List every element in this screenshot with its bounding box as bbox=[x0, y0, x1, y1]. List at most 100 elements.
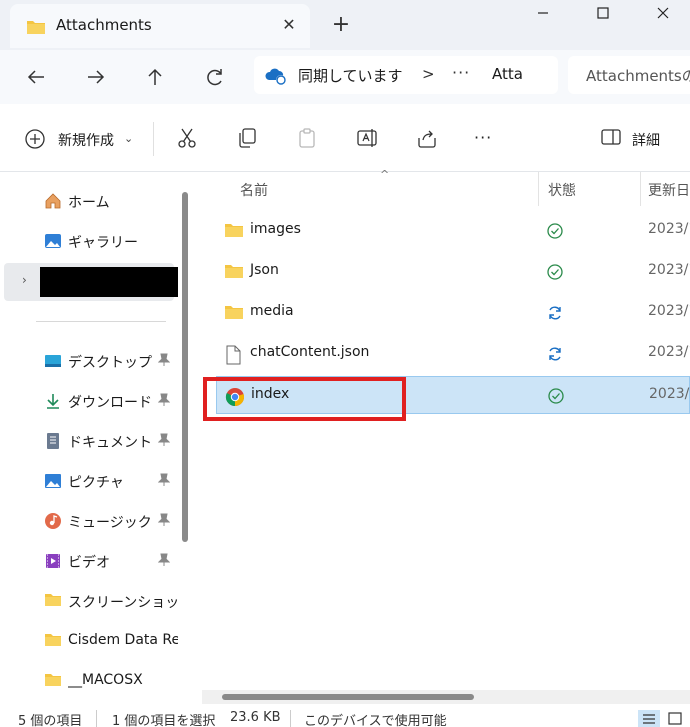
scrollbar-thumb[interactable] bbox=[222, 694, 474, 700]
search-box[interactable]: Attachmentsの検索 bbox=[568, 56, 690, 94]
horizontal-scrollbar[interactable] bbox=[202, 690, 690, 704]
sidebar-item-desktop[interactable]: デスクトップ bbox=[0, 343, 178, 379]
pin-icon bbox=[157, 553, 171, 571]
sidebar-item-screenshots[interactable]: スクリーンショット bbox=[0, 583, 178, 619]
chevron-down-icon: ⌄ bbox=[124, 132, 134, 145]
sidebar-item-redacted-account[interactable]: › bbox=[4, 263, 178, 301]
pin-icon bbox=[157, 353, 171, 371]
breadcrumb-current[interactable]: Atta bbox=[492, 65, 523, 83]
folder-icon bbox=[44, 672, 62, 690]
sidebar-item-macosx[interactable]: __MACOSX bbox=[0, 663, 178, 699]
column-divider[interactable] bbox=[640, 172, 641, 206]
navigation-bar: 同期しています > ··· Atta Attachmentsの検索 bbox=[0, 50, 690, 104]
file-list: ^ 名前 状態 更新日 images 2023/1 Json 2023/1 me… bbox=[196, 168, 690, 710]
synced-check-icon bbox=[546, 222, 564, 244]
forward-button[interactable] bbox=[80, 62, 112, 92]
music-icon bbox=[44, 512, 62, 530]
navigation-pane: ホーム ギャラリー › デスクトップ ダウンロード ドキュメント ピクチャ ミュ… bbox=[0, 172, 196, 710]
pin-icon bbox=[157, 473, 171, 491]
sidebar-item-home[interactable]: ホーム bbox=[0, 183, 178, 219]
details-button[interactable]: 詳細 bbox=[600, 126, 660, 152]
tab-title: Attachments bbox=[56, 16, 152, 34]
new-button-label: 新規作成 bbox=[58, 133, 114, 149]
column-header-status[interactable]: 状態 bbox=[548, 180, 576, 200]
synced-check-icon bbox=[546, 263, 564, 285]
sidebar-item-label: ホーム bbox=[68, 195, 110, 211]
status-divider bbox=[290, 710, 291, 727]
file-icon bbox=[224, 345, 242, 369]
table-row[interactable]: chatContent.json 2023/1 bbox=[216, 335, 690, 373]
rename-icon[interactable] bbox=[355, 126, 379, 150]
toolbar-divider bbox=[153, 122, 154, 156]
onedrive-sync-icon bbox=[264, 66, 288, 90]
home-icon bbox=[44, 192, 62, 210]
copy-icon[interactable] bbox=[235, 126, 259, 150]
folder-icon bbox=[224, 222, 244, 242]
gallery-icon bbox=[44, 232, 62, 250]
tiles-view-button[interactable] bbox=[664, 710, 686, 727]
sidebar-item-documents[interactable]: ドキュメント bbox=[0, 423, 178, 459]
table-row[interactable]: Json 2023/1 bbox=[216, 253, 690, 291]
back-button[interactable] bbox=[20, 62, 52, 92]
new-tab-button[interactable]: + bbox=[326, 11, 356, 41]
syncing-icon bbox=[546, 345, 564, 367]
column-header-date[interactable]: 更新日 bbox=[648, 180, 690, 200]
pin-icon bbox=[157, 433, 171, 451]
address-bar[interactable]: 同期しています > ··· Atta bbox=[254, 56, 558, 94]
sidebar-item-cisdem[interactable]: Cisdem Data Re bbox=[0, 623, 178, 659]
sidebar-scrollbar[interactable] bbox=[182, 192, 188, 542]
table-row[interactable]: images 2023/1 bbox=[216, 212, 690, 250]
file-name: chatContent.json bbox=[250, 344, 370, 360]
sidebar-item-pictures[interactable]: ピクチャ bbox=[0, 463, 178, 499]
minimize-button[interactable] bbox=[520, 0, 566, 28]
close-tab-icon[interactable]: ✕ bbox=[276, 12, 302, 38]
sidebar-item-downloads[interactable]: ダウンロード bbox=[0, 383, 178, 419]
redacted-label bbox=[40, 267, 178, 297]
tiles-view-icon bbox=[668, 712, 682, 725]
sidebar-item-music[interactable]: ミュージック bbox=[0, 503, 178, 539]
file-date: 2023/1 bbox=[649, 386, 690, 402]
column-header-name[interactable]: 名前 bbox=[240, 180, 268, 200]
synced-check-icon bbox=[547, 387, 565, 409]
arrow-up-icon bbox=[148, 68, 162, 85]
cut-icon[interactable] bbox=[175, 126, 199, 150]
item-count: 5 個の項目 bbox=[18, 714, 83, 727]
close-window-button[interactable] bbox=[640, 0, 686, 28]
file-date: 2023/1 bbox=[648, 262, 690, 278]
folder-icon bbox=[44, 632, 62, 650]
refresh-button[interactable] bbox=[199, 62, 231, 92]
arrow-right-icon bbox=[88, 70, 105, 84]
folder-icon bbox=[26, 19, 46, 39]
sidebar-item-gallery[interactable]: ギャラリー bbox=[0, 223, 178, 259]
chevron-right-icon[interactable]: › bbox=[22, 273, 27, 287]
details-view-button[interactable] bbox=[638, 710, 660, 727]
breadcrumb-separator[interactable]: > bbox=[422, 65, 435, 83]
paste-icon[interactable] bbox=[295, 126, 319, 150]
tab-attachments[interactable]: Attachments ✕ bbox=[10, 4, 310, 48]
table-row[interactable]: media 2023/1 bbox=[216, 294, 690, 332]
folder-icon bbox=[224, 263, 244, 283]
up-button[interactable] bbox=[139, 62, 171, 92]
status-bar: 5 個の項目 1 個の項目を選択 23.6 KB このデバイスで使用可能 bbox=[0, 710, 690, 727]
list-view-icon bbox=[643, 714, 655, 724]
more-options-icon[interactable]: ··· bbox=[474, 128, 504, 152]
sidebar-item-label: ギャラリー bbox=[68, 235, 138, 251]
document-icon bbox=[44, 432, 62, 450]
sync-status-crumb[interactable]: 同期しています bbox=[298, 65, 403, 86]
column-header-row: ^ 名前 状態 更新日 bbox=[196, 168, 690, 206]
search-placeholder: Attachmentsの検索 bbox=[586, 67, 690, 85]
column-divider[interactable] bbox=[538, 172, 539, 206]
pictures-icon bbox=[44, 472, 62, 490]
breadcrumb-overflow[interactable]: ··· bbox=[452, 63, 470, 82]
folder-icon bbox=[44, 592, 62, 610]
command-bar: 新規作成 ⌄ ··· 詳細 bbox=[0, 104, 690, 172]
plus-circle-icon bbox=[24, 128, 46, 154]
availability-status: このデバイスで使用可能 bbox=[304, 714, 447, 727]
details-label: 詳細 bbox=[632, 133, 660, 149]
folder-icon bbox=[224, 304, 244, 324]
file-date: 2023/1 bbox=[648, 221, 690, 237]
sidebar-item-videos[interactable]: ビデオ bbox=[0, 543, 178, 579]
sidebar-divider bbox=[36, 321, 166, 322]
maximize-button[interactable] bbox=[580, 0, 626, 28]
share-icon[interactable] bbox=[415, 126, 439, 150]
